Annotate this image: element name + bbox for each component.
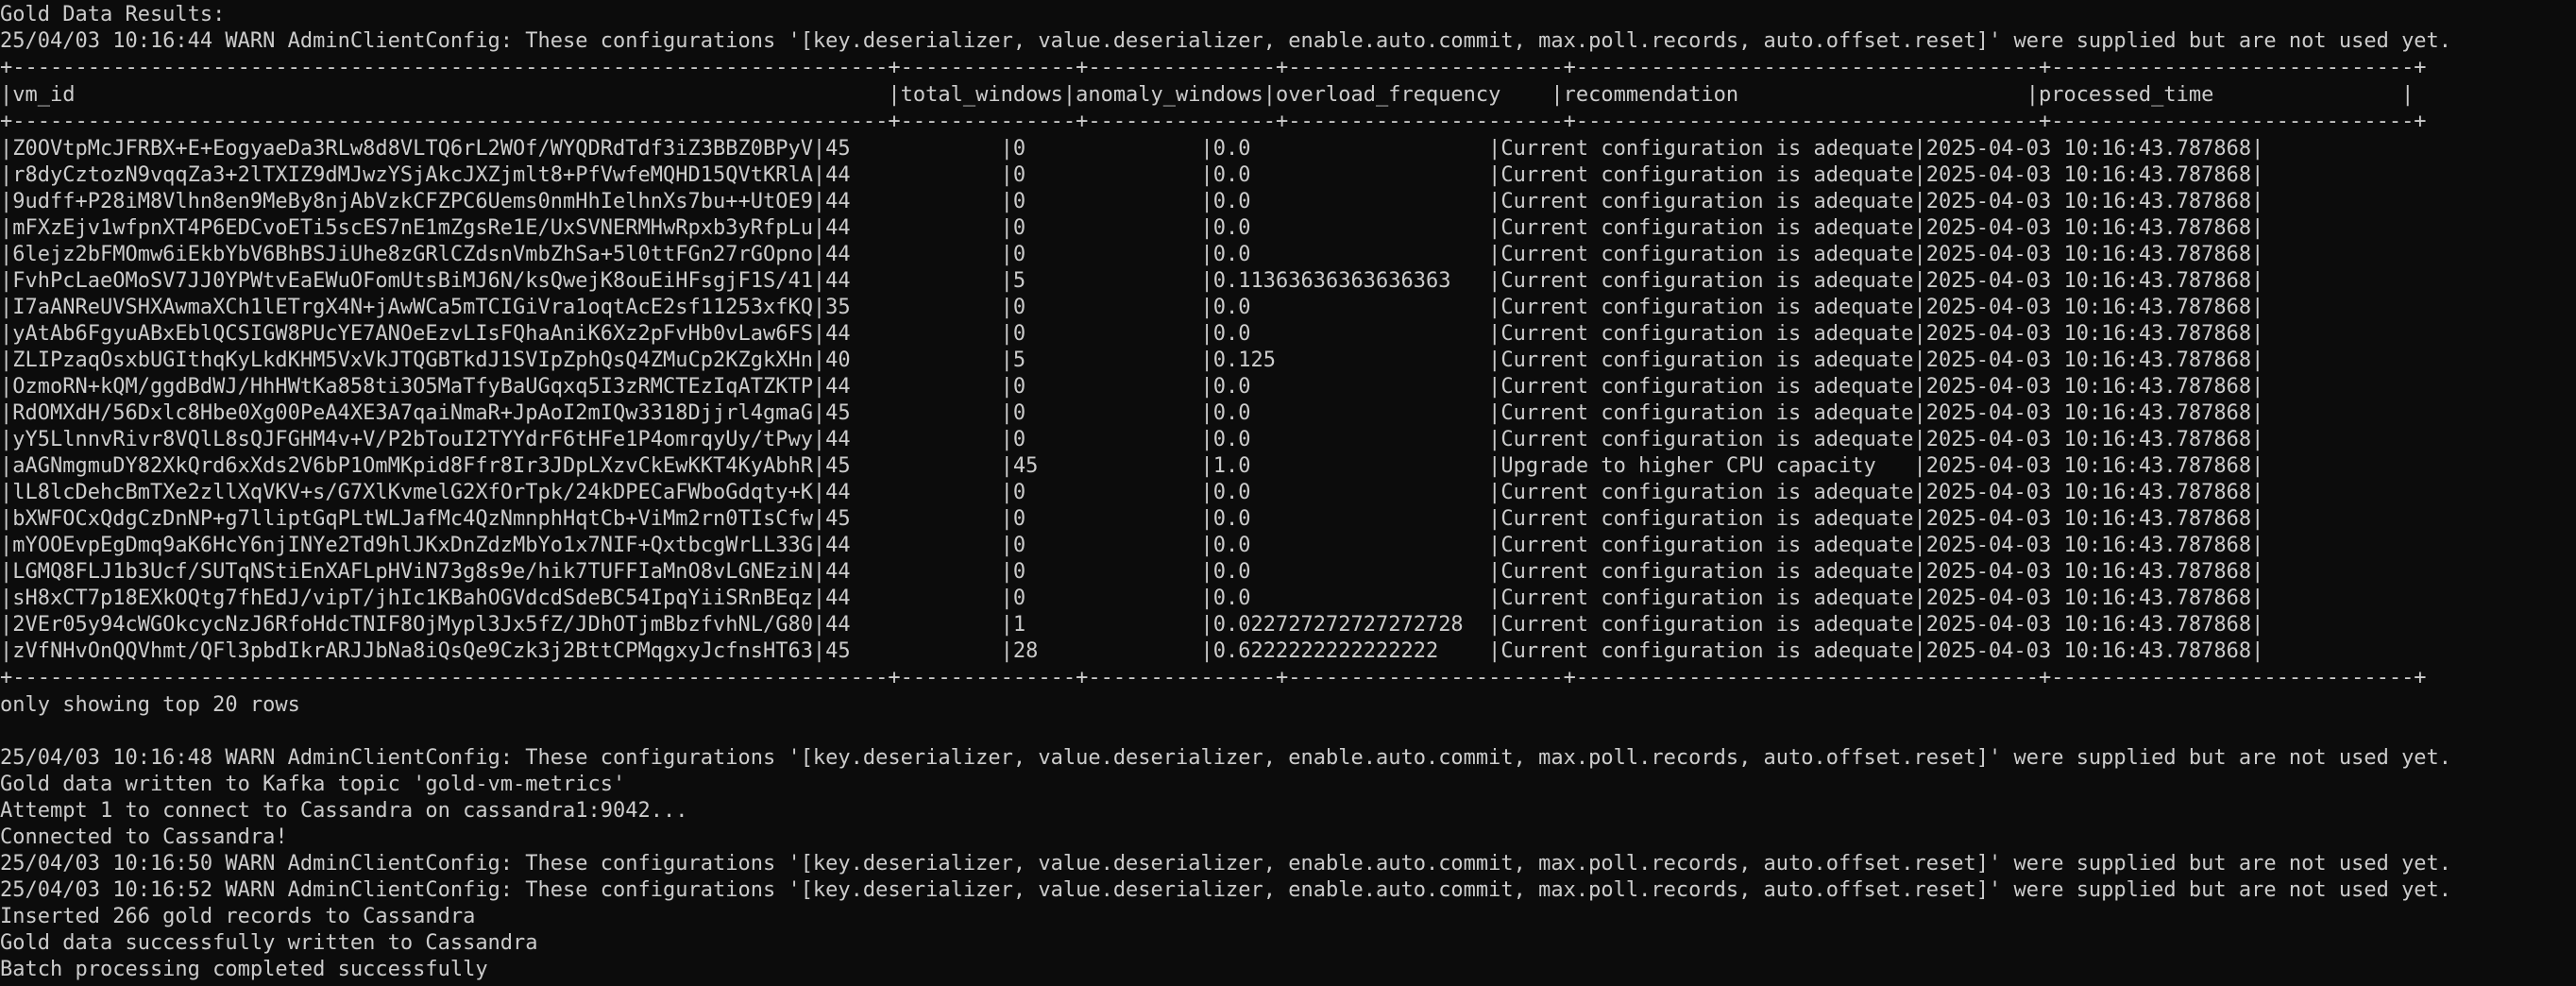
terminal-line: 25/04/03 10:16:44 WARN AdminClientConfig… bbox=[0, 29, 2452, 53]
terminal-line: Gold data written to Kafka topic 'gold-v… bbox=[0, 773, 626, 796]
terminal-line: Gold Data Results: bbox=[0, 3, 226, 26]
table-row: |RdOMXdH/56Dxlc8Hbe0Xg00PeA4XE3A7qaiNmaR… bbox=[0, 401, 2264, 425]
table-row: |zVfNHvOnQQVhmt/QFl3pbdIkrARJJbNa8iQsQe9… bbox=[0, 639, 2264, 663]
table-row: |OzmoRN+kQM/ggdBdWJ/HhHWtKa858ti3O5MaTfy… bbox=[0, 375, 2264, 399]
table-row: |lL8lcDehcBmTXe2zllXqVKV+s/G7XlKvmelG2Xf… bbox=[0, 481, 2264, 504]
table-border: +---------------------------------------… bbox=[0, 56, 2427, 79]
terminal-line: 25/04/03 10:16:48 WARN AdminClientConfig… bbox=[0, 746, 2452, 770]
table-row: |ZLIPzaqOsxbUGIthqKyLkdKHM5VxVkJTQGBTkdJ… bbox=[0, 348, 2264, 372]
table-row: |sH8xCT7p18EXkOQtg7fhEdJ/vipT/jhIc1KBahO… bbox=[0, 586, 2264, 610]
table-border: +---------------------------------------… bbox=[0, 666, 2427, 689]
table-row: |6lejz2bFMOmw6iEkbYbV6BhBSJiUhe8zGRlCZds… bbox=[0, 243, 2264, 266]
table-border: +---------------------------------------… bbox=[0, 110, 2427, 133]
table-row: |9udff+P28iM8Vlhn8en9MeBy8njAbVzkCFZPC6U… bbox=[0, 190, 2264, 213]
table-row: |mYOOEvpEgDmq9aK6HcY6njINYe2Td9hlJKxDnZd… bbox=[0, 534, 2264, 557]
terminal-line: Attempt 1 to connect to Cassandra on cas… bbox=[0, 799, 688, 823]
table-row: |LGMQ8FLJ1b3Ucf/SUTqNStiEnXAFLpHViN73g8s… bbox=[0, 560, 2264, 584]
table-row: |I7aANReUVSHXAwmaXCh1lETrgX4N+jAwWCa5mTC… bbox=[0, 296, 2264, 319]
table-row: |2VEr05y94cWGOkcycNzJ6RfoHdcTNIF8OjMypl3… bbox=[0, 613, 2264, 637]
terminal-line: 25/04/03 10:16:50 WARN AdminClientConfig… bbox=[0, 852, 2452, 876]
terminal-line: 25/04/03 10:16:52 WARN AdminClientConfig… bbox=[0, 878, 2452, 902]
table-row: |Z0OVtpMcJFRBX+E+EogyaeDa3RLw8d8VLTQ6rL2… bbox=[0, 137, 2264, 161]
table-row: |yAtAb6FgyuABxEblQCSIGW8PUcYE7ANOeEzvLIs… bbox=[0, 322, 2264, 346]
table-row: |mFXzEjv1wfpnXT4P6EDCvoETi5scES7nE1mZgsR… bbox=[0, 216, 2264, 240]
table-row: |FvhPcLaeOMoSV7JJ0YPWtvEaEWuOFomUtsBiMJ6… bbox=[0, 269, 2264, 293]
terminal-line: only showing top 20 rows bbox=[0, 693, 300, 717]
terminal-line: Inserted 266 gold records to Cassandra bbox=[0, 905, 476, 928]
terminal-line: Batch processing completed successfully bbox=[0, 958, 488, 981]
table-row: |bXWFOCxQdgCzDnNP+g7lliptGqPLtWLJafMc4Qz… bbox=[0, 507, 2264, 531]
table-row: |aAGNmgmuDY82XkQrd6xXds2V6bP1OmMKpid8Ffr… bbox=[0, 454, 2264, 478]
terminal-line: Gold data successfully written to Cassan… bbox=[0, 931, 538, 955]
terminal-line: Connected to Cassandra! bbox=[0, 825, 288, 849]
terminal-output[interactable]: Gold Data Results: 25/04/03 10:16:44 WAR… bbox=[0, 0, 2576, 986]
table-row: |r8dyCztozN9vqqZa3+2lTXIZ9dMJwzYSjAkcJXZ… bbox=[0, 163, 2264, 187]
table-row: |yY5LlnnvRivr8VQlL8sQJFGHM4v+V/P2bTouI2T… bbox=[0, 428, 2264, 451]
table-header-row: |vm_id |total_windows|anomaly_windows|ov… bbox=[0, 83, 2415, 107]
